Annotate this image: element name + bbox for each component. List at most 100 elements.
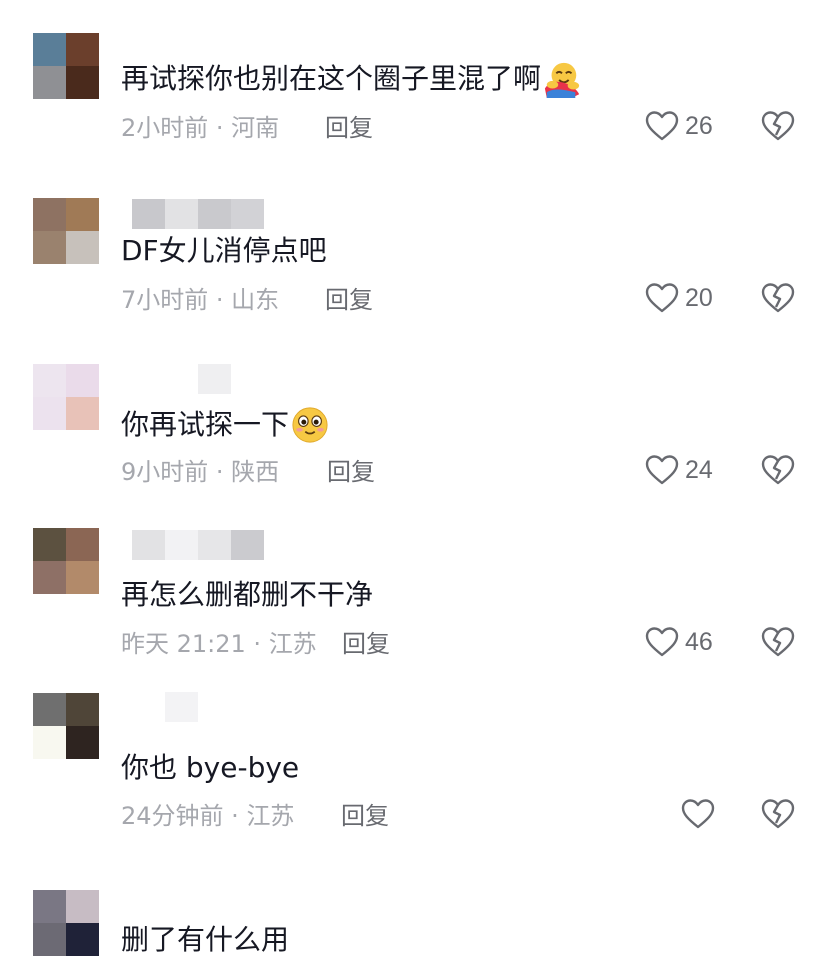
comment-text-content: 你也 bye-bye — [121, 751, 300, 784]
broken-heart-icon — [761, 627, 795, 657]
comment-text-content: 再怎么删都删不干净 — [121, 578, 374, 611]
meta-separator: · — [223, 802, 247, 830]
like-button[interactable] — [681, 798, 721, 830]
avatar-pixel — [66, 397, 99, 430]
avatar-pixel — [66, 693, 99, 726]
avatar-pixel — [66, 561, 99, 594]
broken-heart-icon — [761, 799, 795, 829]
avatar[interactable] — [33, 198, 99, 264]
like-button[interactable]: 26 — [645, 110, 713, 142]
comment-item: 删了有什么用 — [0, 860, 828, 970]
avatar-pixel — [33, 198, 66, 231]
avatar[interactable] — [33, 33, 99, 99]
avatar-pixel — [66, 890, 99, 923]
heart-icon — [645, 455, 679, 485]
meta-separator: · — [245, 630, 269, 658]
username-blurred[interactable] — [132, 199, 264, 229]
like-count: 46 — [685, 627, 713, 656]
comment-meta: 24分钟前 · 江苏 — [121, 801, 294, 831]
avatar-pixel — [66, 364, 99, 397]
comment-list: 再试探你也别在这个圈子里混了啊 2小时前 · 河南 回复 26 DF女儿消停点吧… — [0, 0, 828, 970]
avatar-pixel — [33, 528, 66, 561]
username-blurred[interactable] — [132, 530, 264, 560]
avatar-pixel — [33, 890, 66, 923]
comment-item: 再怎么删都删不干净 昨天 21:21 · 江苏 回复 46 — [0, 516, 828, 688]
hug-emoji-icon — [544, 62, 580, 98]
avatar-pixel — [33, 726, 66, 759]
dislike-button[interactable] — [761, 110, 795, 146]
heart-icon — [645, 627, 679, 657]
dislike-button[interactable] — [761, 454, 795, 490]
comment-item: 你再试探一下 9小时前 · 陕西 回复 24 — [0, 344, 828, 516]
comment-time: 24分钟前 — [121, 802, 224, 830]
comment-text-content: 你再试探一下 — [121, 408, 290, 441]
dislike-button[interactable] — [761, 282, 795, 318]
comment-meta: 9小时前 · 陕西 — [121, 457, 279, 487]
like-count: 26 — [685, 111, 713, 140]
comment-time: 昨天 21:21 — [121, 630, 246, 658]
avatar-pixel — [33, 693, 66, 726]
avatar-pixel — [66, 33, 99, 66]
comment-meta: 2小时前 · 河南 — [121, 113, 279, 143]
comment-item: DF女儿消停点吧 7小时前 · 山东 回复 20 — [0, 172, 828, 344]
reply-button[interactable]: 回复 — [325, 113, 373, 143]
username-blurred[interactable] — [198, 364, 231, 394]
avatar-pixel — [66, 726, 99, 759]
comment-location: 陕西 — [231, 458, 280, 486]
comment-text-content: 删了有什么用 — [121, 923, 290, 956]
avatar-pixel — [66, 231, 99, 264]
comment-location: 江苏 — [246, 802, 295, 830]
comment-location: 河南 — [231, 114, 280, 142]
avatar-pixel — [33, 231, 66, 264]
reply-button[interactable]: 回复 — [342, 629, 390, 659]
comment-item: 再试探你也别在这个圈子里混了啊 2小时前 · 河南 回复 26 — [0, 0, 828, 172]
heart-icon — [645, 111, 679, 141]
avatar-pixel — [33, 66, 66, 99]
meta-separator: · — [208, 458, 232, 486]
comment-location: 江苏 — [268, 630, 317, 658]
avatar-pixel — [66, 923, 99, 956]
comment-text-content: DF女儿消停点吧 — [121, 234, 327, 267]
dislike-button[interactable] — [761, 626, 795, 662]
comment-time: 9小时前 — [121, 458, 209, 486]
comment-text: 再怎么删都删不干净 — [121, 577, 373, 613]
comment-text: 你再试探一下 — [121, 406, 329, 444]
comment-text: 删了有什么用 — [121, 922, 289, 958]
smiling-emoji-icon — [292, 407, 328, 443]
comment-meta: 7小时前 · 山东 — [121, 285, 279, 315]
broken-heart-icon — [761, 283, 795, 313]
comment-text: 你也 bye-bye — [121, 750, 299, 786]
reply-button[interactable]: 回复 — [327, 457, 375, 487]
avatar[interactable] — [33, 528, 99, 594]
meta-separator: · — [208, 114, 232, 142]
comment-text: DF女儿消停点吧 — [121, 233, 327, 269]
avatar[interactable] — [33, 890, 99, 956]
comment-meta: 昨天 21:21 · 江苏 — [121, 629, 317, 659]
avatar-pixel — [66, 66, 99, 99]
like-button[interactable]: 20 — [645, 282, 713, 314]
heart-icon — [681, 799, 715, 829]
avatar-pixel — [33, 364, 66, 397]
comment-time: 2小时前 — [121, 114, 209, 142]
heart-icon — [645, 283, 679, 313]
comment-location: 山东 — [231, 286, 280, 314]
reply-button[interactable]: 回复 — [325, 285, 373, 315]
like-count: 24 — [685, 455, 713, 484]
like-button[interactable]: 46 — [645, 626, 713, 658]
avatar[interactable] — [33, 364, 99, 430]
comment-item: 你也 bye-bye 24分钟前 · 江苏 回复 — [0, 688, 828, 860]
broken-heart-icon — [761, 455, 795, 485]
username-blurred[interactable] — [165, 692, 198, 722]
reply-button[interactable]: 回复 — [341, 801, 389, 831]
comment-time: 7小时前 — [121, 286, 209, 314]
avatar[interactable] — [33, 693, 99, 759]
avatar-pixel — [66, 198, 99, 231]
like-count: 20 — [685, 283, 713, 312]
avatar-pixel — [33, 33, 66, 66]
dislike-button[interactable] — [761, 798, 795, 834]
avatar-pixel — [66, 528, 99, 561]
comment-text-content: 再试探你也别在这个圈子里混了啊 — [121, 62, 542, 95]
broken-heart-icon — [761, 111, 795, 141]
like-button[interactable]: 24 — [645, 454, 713, 486]
avatar-pixel — [33, 923, 66, 956]
